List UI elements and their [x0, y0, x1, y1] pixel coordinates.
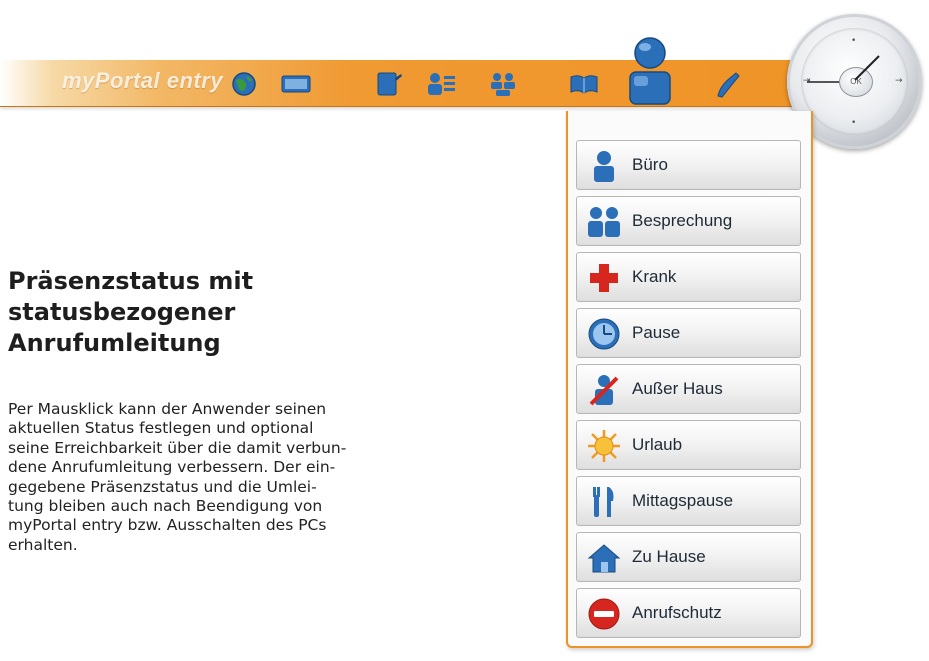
status-item-krank[interactable]: Krank — [576, 252, 801, 302]
heading-line: Präsenzstatus mit — [8, 267, 254, 295]
cutlery-icon — [587, 485, 621, 519]
status-item-mittagspause[interactable]: Mittagspause — [576, 476, 801, 526]
email-icon[interactable] — [280, 70, 312, 98]
status-item-besprechung[interactable]: Besprechung — [576, 196, 801, 246]
contacts-icon[interactable] — [425, 70, 457, 98]
body-line: gegebene Präsenzstatus und die Umlei- — [8, 477, 317, 496]
office-person-icon — [587, 149, 621, 183]
phone-icon[interactable] — [712, 70, 744, 98]
body-line: tung bleiben auch nach Beendigung von — [8, 497, 323, 516]
out-of-office-icon — [587, 373, 621, 407]
heading-line: statusbezogener — [8, 298, 236, 326]
article-body: Per Mausklick kann der Anwender seinen a… — [8, 400, 438, 555]
body-line: seine Erreichbarkeit über die damit verb… — [8, 438, 347, 457]
do-not-disturb-icon — [587, 597, 621, 631]
status-item-label: Zu Hause — [632, 547, 706, 566]
status-item-label: Mittagspause — [632, 491, 734, 510]
body-line: dene Anrufumleitung verbessern. Der ein- — [8, 458, 336, 477]
status-item-label: Außer Haus — [632, 379, 723, 398]
group-icon[interactable] — [487, 70, 519, 98]
presence-icon[interactable] — [628, 36, 672, 106]
status-item-buero[interactable]: Büro — [576, 140, 801, 190]
body-line: Per Mausklick kann der Anwender seinen — [8, 400, 327, 418]
status-item-pause[interactable]: Pause — [576, 308, 801, 358]
body-line: erhalten. — [8, 535, 78, 554]
status-item-label: Anrufschutz — [632, 603, 722, 622]
status-item-anrufschutz[interactable]: Anrufschutz — [576, 588, 801, 638]
status-item-label: Besprechung — [632, 211, 733, 230]
notes-icon[interactable] — [372, 70, 404, 98]
heading-line: Anrufumleitung — [8, 329, 221, 357]
toolbar: myPortal entry — [0, 60, 880, 107]
phonebook-icon[interactable] — [568, 70, 600, 98]
status-item-urlaub[interactable]: Urlaub — [576, 420, 801, 470]
body-line: aktuellen Status festlegen und optional — [8, 419, 314, 438]
house-icon — [587, 541, 621, 575]
body-line: myPortal entry bzw. Ausschalten des PCs — [8, 516, 327, 535]
app-title: myPortal entry — [62, 68, 224, 93]
globe-icon[interactable] — [228, 70, 260, 98]
sun-icon — [587, 429, 621, 463]
status-item-zu-hause[interactable]: Zu Hause — [576, 532, 801, 582]
status-item-label: Büro — [632, 155, 668, 174]
status-item-label: Urlaub — [632, 435, 683, 454]
status-item-label: Krank — [632, 267, 677, 286]
status-item-ausser-haus[interactable]: Außer Haus — [576, 364, 801, 414]
meeting-people-icon — [587, 205, 621, 239]
clock-icon — [587, 317, 621, 351]
red-cross-icon — [587, 261, 621, 295]
article-heading: Präsenzstatus mit statusbezogener Anrufu… — [8, 266, 308, 359]
presence-status-menu: Büro Besprechung Krank Pause Außer Haus … — [566, 111, 813, 648]
status-item-label: Pause — [632, 323, 681, 342]
